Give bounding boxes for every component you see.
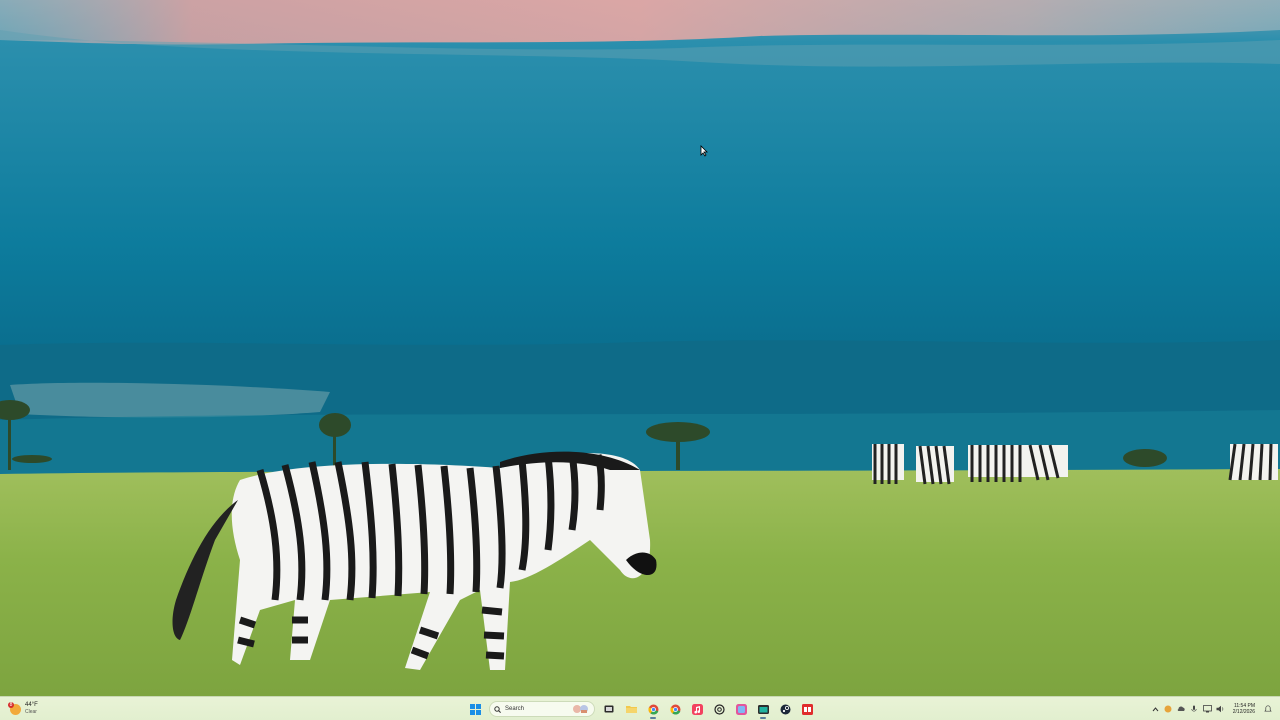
search-placeholder: Search xyxy=(505,706,525,712)
terminal-button[interactable] xyxy=(752,698,774,720)
weather-widget[interactable]: 8 44°F Clear xyxy=(8,699,38,719)
tray-app-button[interactable] xyxy=(1164,705,1173,714)
search-icon xyxy=(494,705,501,713)
openai-icon xyxy=(713,703,725,715)
chrome-icon xyxy=(669,704,680,715)
shield-alert-icon xyxy=(1164,705,1172,713)
clock[interactable]: 11:54 PM 2/12/2026 xyxy=(1233,703,1255,715)
bf-app-button[interactable] xyxy=(796,698,818,720)
chrome-profile-button[interactable] xyxy=(664,698,686,720)
task-view-icon xyxy=(604,705,614,713)
notifications-button[interactable] xyxy=(1263,705,1272,714)
network-icon xyxy=(1202,705,1212,713)
clock-date: 2/12/2026 xyxy=(1232,709,1255,715)
cloud-icon xyxy=(1177,706,1185,712)
photos-icon xyxy=(735,703,747,715)
weather-alert-badge: 8 xyxy=(8,701,14,708)
notification-bell-icon xyxy=(1263,705,1272,712)
tray-cloud-button[interactable] xyxy=(1177,705,1186,714)
taskbar-center: Search xyxy=(464,698,818,720)
tray-overflow-button[interactable] xyxy=(1151,705,1160,714)
tray-volume-button[interactable] xyxy=(1216,705,1225,714)
chevron-up-icon xyxy=(1152,706,1159,711)
search-box[interactable]: Search xyxy=(489,701,595,717)
weather-temperature: 44°F xyxy=(25,702,38,708)
microphone-icon xyxy=(1191,705,1197,712)
chrome-icon xyxy=(647,704,658,715)
folder-icon xyxy=(625,706,637,713)
start-button[interactable] xyxy=(464,698,486,720)
steam-icon xyxy=(780,704,790,714)
bf-app-icon xyxy=(801,703,813,715)
mouse-cursor xyxy=(700,145,708,157)
tray-microphone-button[interactable] xyxy=(1190,705,1199,714)
windows-logo-icon xyxy=(469,703,481,715)
system-tray: 11:54 PM 2/12/2026 xyxy=(1151,698,1272,720)
speaker-icon xyxy=(1216,705,1223,713)
search-highlight-icon xyxy=(573,705,588,713)
music-button[interactable] xyxy=(686,698,708,720)
file-explorer-button[interactable] xyxy=(620,698,642,720)
tray-network-button[interactable] xyxy=(1202,705,1212,714)
terminal-icon xyxy=(757,704,769,714)
chrome-button[interactable] xyxy=(642,698,664,720)
weather-condition: Clear xyxy=(25,709,37,715)
taskbar: 8 44°F Clear Search 11:54 PM 2/12/2026 xyxy=(0,696,1280,720)
wallpaper-image xyxy=(0,0,1280,696)
weather-moon-icon: 8 xyxy=(8,701,21,715)
photos-button[interactable] xyxy=(730,698,752,720)
steam-button[interactable] xyxy=(774,698,796,720)
desktop[interactable] xyxy=(0,0,1280,696)
chatgpt-button[interactable] xyxy=(708,698,730,720)
task-view-button[interactable] xyxy=(598,698,620,720)
music-app-icon xyxy=(691,703,703,715)
